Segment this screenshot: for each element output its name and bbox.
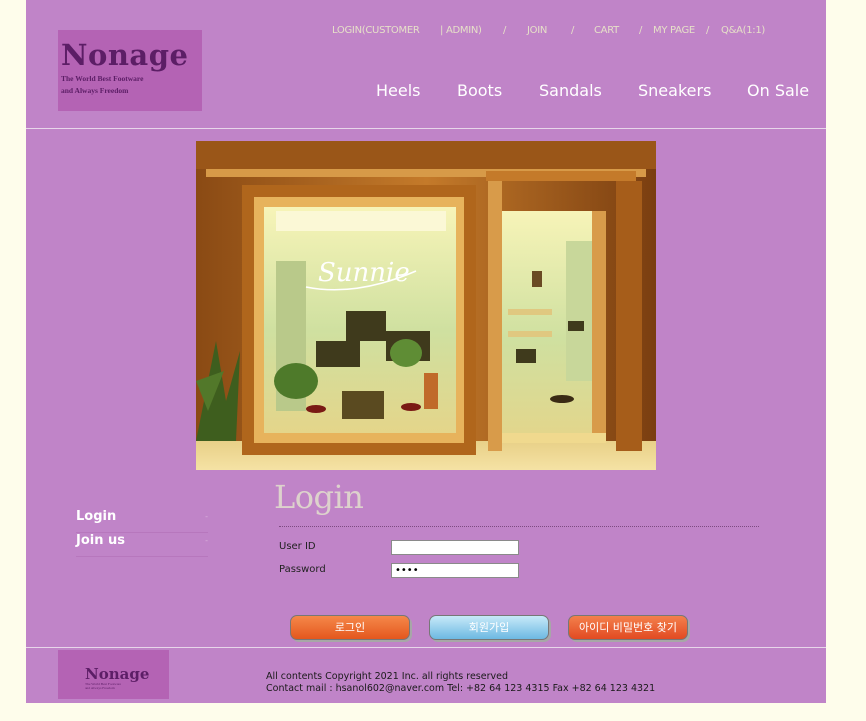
userid-input[interactable] — [391, 540, 519, 555]
copyright-text: All contents Copyright 2021 Inc. all rig… — [266, 671, 509, 682]
footer-divider — [26, 647, 826, 648]
login-customer-link[interactable]: LOGIN(CUSTOMER — [332, 25, 420, 36]
sidebar-item-join[interactable]: Join us - — [76, 533, 208, 557]
store-sign-text: Sunnie — [318, 258, 410, 288]
find-id-password-button[interactable]: 아이디 비밀번호 찾기 — [568, 615, 688, 640]
sidebar-item-login[interactable]: Login - — [76, 509, 208, 533]
page-title: Login — [274, 478, 364, 516]
menu-separator: / — [639, 25, 643, 36]
admin-link[interactable]: | ADMIN) — [440, 25, 482, 36]
nav-on-sale[interactable]: On Sale — [747, 81, 809, 100]
menu-separator: / — [706, 25, 710, 36]
main-nav: Heels Boots Sandals Sneakers On Sale — [26, 81, 826, 103]
userid-label: User ID — [279, 541, 316, 552]
join-link[interactable]: JOIN — [527, 25, 547, 36]
footer-logo[interactable]: Nonage The World Best Footware and Alway… — [58, 650, 169, 699]
sidebar-marker: - — [205, 512, 208, 521]
contact-text: Contact mail : hsanol602@naver.com Tel: … — [266, 683, 656, 694]
page-container: Nonage The World Best Footware and Alway… — [26, 0, 826, 703]
sidebar: Login - Join us - — [76, 509, 208, 557]
sidebar-marker: - — [205, 536, 208, 545]
password-label: Password — [279, 564, 326, 575]
storefront-illustration: Sunnie — [196, 141, 656, 470]
sidebar-item-label: Join us — [76, 533, 125, 548]
hero-storefront-image: Sunnie — [196, 141, 656, 470]
footer-info: All contents Copyright 2021 Inc. all rig… — [266, 671, 655, 695]
nav-sneakers[interactable]: Sneakers — [638, 81, 711, 100]
nav-sandals[interactable]: Sandals — [539, 81, 602, 100]
nav-heels[interactable]: Heels — [376, 81, 421, 100]
mypage-link[interactable]: MY PAGE — [653, 25, 695, 36]
header-divider — [26, 128, 826, 129]
menu-separator: / — [503, 25, 507, 36]
sidebar-item-label: Login — [76, 509, 117, 524]
footer-logo-brand: Nonage — [85, 665, 150, 683]
login-button[interactable]: 로그인 — [290, 615, 410, 640]
qna-link[interactable]: Q&A(1:1) — [721, 25, 765, 36]
menu-separator: / — [571, 25, 575, 36]
nav-boots[interactable]: Boots — [457, 81, 502, 100]
footer-logo-tagline-2: and Always Freedom — [85, 686, 115, 690]
logo-brand: Nonage — [61, 38, 189, 72]
join-button[interactable]: 회원가입 — [429, 615, 549, 640]
cart-link[interactable]: CART — [594, 25, 619, 36]
password-input[interactable] — [391, 563, 519, 578]
title-divider — [279, 526, 759, 527]
